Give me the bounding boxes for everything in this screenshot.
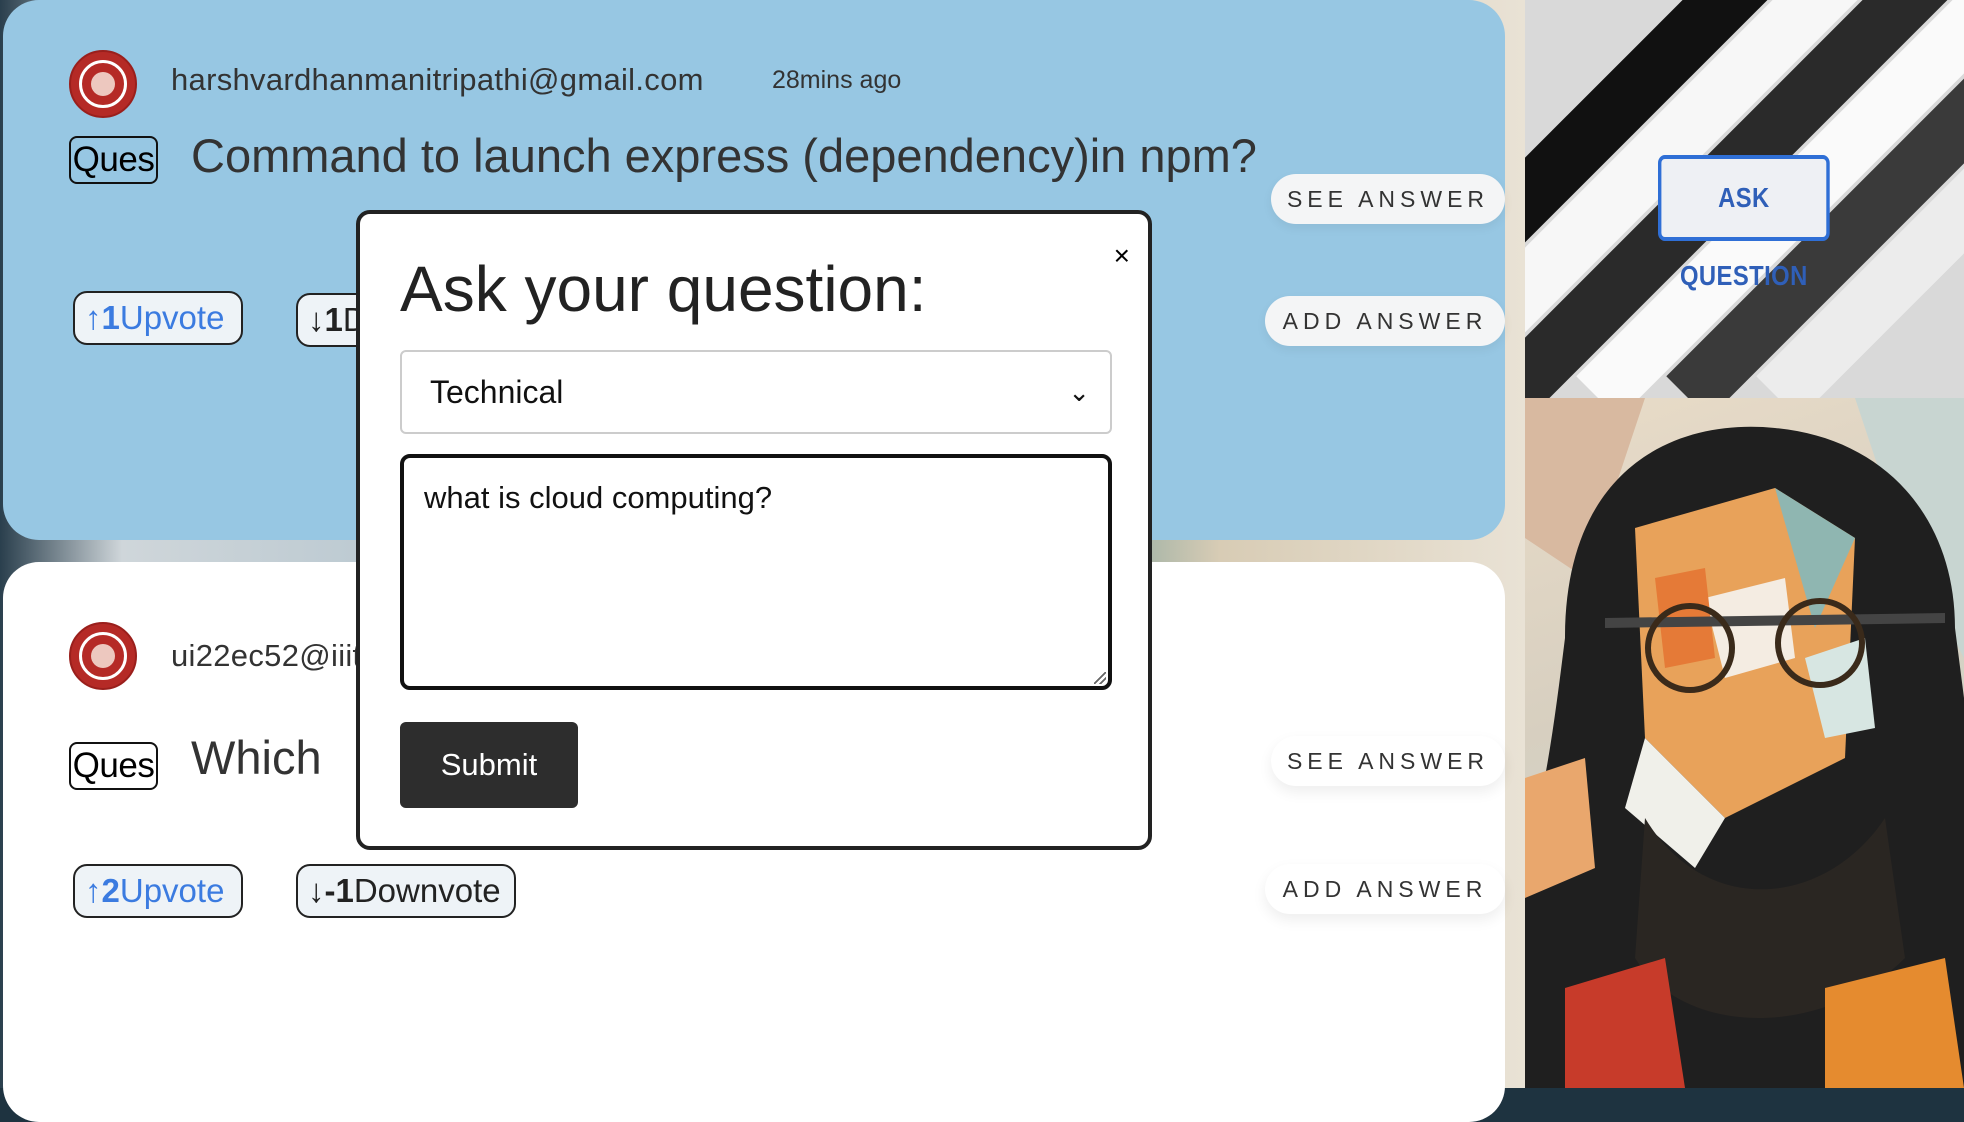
ques-tag: Ques — [69, 742, 158, 790]
add-answer-button[interactable]: ADD ANSWER — [1265, 296, 1505, 346]
portrait-image — [1525, 398, 1964, 1088]
post-time: 28mins ago — [772, 66, 902, 94]
category-select[interactable]: Technical ⌄ — [400, 350, 1112, 434]
upvote-button[interactable]: ↑1Upvote — [73, 291, 243, 345]
ques-tag: Ques — [69, 136, 158, 184]
ask-question-button[interactable]: ASK QUESTION — [1658, 155, 1830, 291]
category-selected-value: Technical — [430, 374, 564, 410]
user-email: harshvardhanmanitripathi@gmail.com — [171, 62, 704, 97]
chevron-down-icon: ⌄ — [1068, 377, 1090, 407]
arrow-up-icon: ↑ — [85, 872, 102, 909]
brain-logo-icon — [69, 622, 137, 690]
question-textarea[interactable]: what is cloud computing? — [400, 454, 1112, 690]
add-answer-button[interactable]: ADD ANSWER — [1265, 864, 1505, 914]
close-icon[interactable]: × — [1114, 240, 1130, 272]
upvote-button[interactable]: ↑2Upvote — [73, 864, 243, 918]
question-input-value: what is cloud computing? — [424, 480, 773, 515]
profile-illustration — [1525, 398, 1964, 1088]
resize-handle-icon[interactable] — [1094, 672, 1106, 684]
arrow-down-icon: ↓ — [308, 872, 325, 909]
question-text[interactable]: Command to launch express (dependency)in… — [191, 128, 1257, 183]
see-answer-button[interactable]: SEE ANSWER — [1271, 736, 1505, 786]
downvote-button[interactable]: ↓-1Downvote — [296, 864, 516, 918]
ask-question-modal: Ask your question: × Technical ⌄ what is… — [356, 210, 1152, 850]
arrow-up-icon: ↑ — [85, 299, 102, 336]
submit-button[interactable]: Submit — [400, 722, 578, 808]
user-email: ui22ec52@iiit — [171, 638, 362, 673]
question-text[interactable]: Which — [191, 730, 322, 785]
brain-logo-icon — [69, 50, 137, 118]
arrow-down-icon: ↓ — [308, 301, 325, 338]
see-answer-button[interactable]: SEE ANSWER — [1271, 174, 1505, 224]
modal-title: Ask your question: — [400, 253, 927, 325]
